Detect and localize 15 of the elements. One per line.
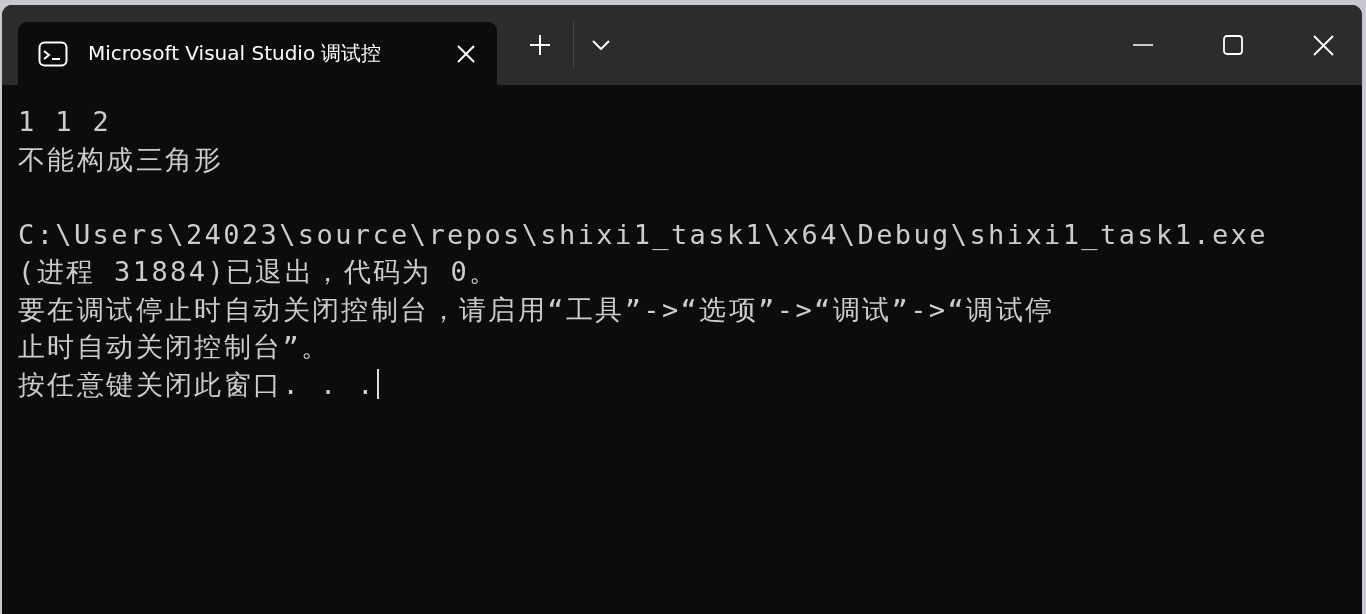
text-cursor [376,369,379,400]
console-line: C:\Users\24023\source\repos\shixi1_task1\x64\Debug\shixi1_task1.exe [18,217,1268,252]
console-line: (进程 31884)已退出，代码为 0。 [18,255,499,289]
maximize-icon[interactable] [1223,35,1243,55]
console-line: 按任意键关闭此窗口. . . [18,367,376,402]
console-line: 要在调试停止时自动关闭控制台，请启用“工具”->“选项”->“调试”->“调试停 [18,292,1055,327]
terminal-icon [38,40,68,67]
close-icon[interactable] [1313,34,1334,56]
dropdown-icon[interactable] [592,40,610,50]
close-tab-icon[interactable] [457,44,475,63]
new-tab-icon[interactable] [530,35,550,55]
terminal-tab[interactable]: Microsoft Visual Studio 调试控 [18,22,497,85]
console-line: 1 1 2 [18,105,113,139]
console-line: 不能构成三角形 [18,142,225,177]
console-line: 止时自动关闭控制台”。 [18,330,331,364]
